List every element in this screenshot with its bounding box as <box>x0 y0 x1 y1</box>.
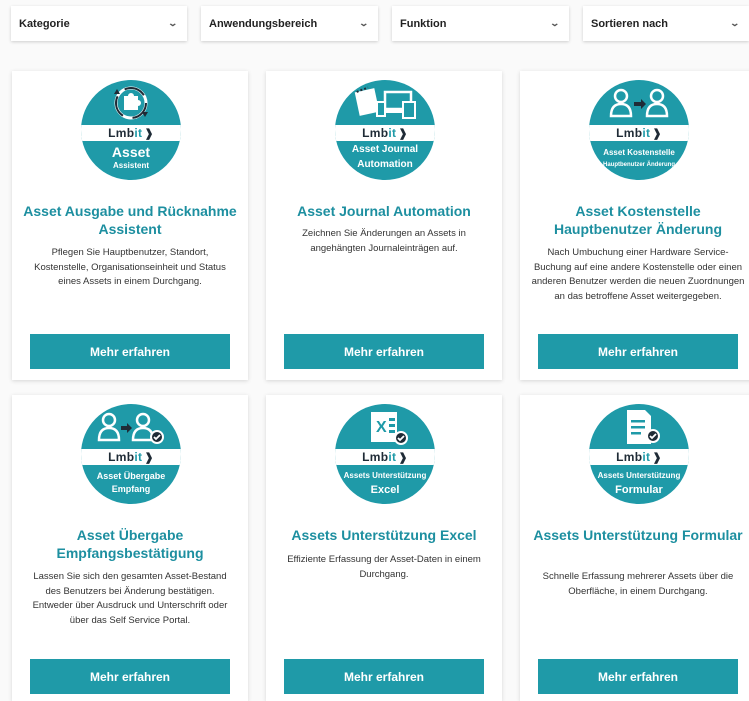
card-description: Pflegen Sie Hauptbenutzer, Standort, Kos… <box>34 247 226 287</box>
card-title[interactable]: Asset Übergabe Empfangsbestätigung <box>22 526 238 562</box>
badge-line2: Formular <box>615 484 663 496</box>
product-logo: Lmb it ❱ Asset Kostenstelle Hauptbenutzer … <box>589 80 689 180</box>
card-description: Nach Umbuchung einer Hardware Service-Bu… <box>531 247 745 302</box>
form-check-icon <box>627 410 660 444</box>
filter-kategorie[interactable]: Kategorie ⌄ <box>11 6 187 41</box>
product-card: Lmb it ❱ Asset Assistent Asset Ausgabe und… <box>12 71 248 380</box>
excel-check-icon: X <box>371 412 408 445</box>
svg-text:X: X <box>376 419 387 436</box>
brand-logo: Lmb it ❱ <box>335 449 435 465</box>
brand-logo: Lmb it ❱ <box>81 125 181 141</box>
mehr-erfahren-button[interactable]: Mehr erfahren <box>30 659 230 694</box>
filter-label: Funktion <box>400 17 447 30</box>
card-title[interactable]: Asset Ausgabe und Rücknahme Assistent <box>22 202 238 238</box>
product-card: Lmb it ❱ Asset Journal Automation Asset Jo… <box>266 71 502 380</box>
card-description: Lassen Sie sich den gesamten Asset-Besta… <box>32 571 228 626</box>
chevron-down-icon: ⌄ <box>167 18 179 28</box>
card-description: Effiziente Erfassung der Asset-Daten in … <box>287 554 481 580</box>
badge-line1: Asset <box>111 144 151 160</box>
brand-logo: Lmb it ❱ <box>589 449 689 465</box>
badge-line2: Automation <box>357 159 413 170</box>
badge-line1: Asset Journal <box>351 144 419 155</box>
filter-bar: Kategorie ⌄ Anwendungsbereich ⌄ Funktion… <box>11 6 749 42</box>
card-description: Schnelle Erfassung mehrerer Assets über … <box>542 571 734 597</box>
mehr-erfahren-button[interactable]: Mehr erfahren <box>30 334 230 369</box>
badge-line2: Assistent <box>112 161 149 170</box>
product-logo: Lmb it ❱ Asset Journal Automation <box>335 80 435 180</box>
product-logo: Lmb it ❱ Asset Assistent <box>81 80 181 180</box>
chevron-down-icon: ⌄ <box>358 18 370 28</box>
chevron-down-icon: ⌄ <box>729 18 741 28</box>
filter-anwendungsbereich[interactable]: Anwendungsbereich ⌄ <box>201 6 378 41</box>
mehr-erfahren-button[interactable]: Mehr erfahren <box>284 659 484 694</box>
mehr-erfahren-button[interactable]: Mehr erfahren <box>538 334 738 369</box>
product-logo: Lmb it ❱ Assets Unterstützung Formular <box>589 404 689 504</box>
chevron-down-icon: ⌄ <box>549 18 561 28</box>
devices-notebook-icon <box>354 86 416 119</box>
filter-label: Anwendungsbereich <box>209 17 318 30</box>
card-description: Zeichnen Sie Änderungen an Assets in ang… <box>302 228 466 254</box>
product-logo: X Lmb it ❱ Assets Unterstützung Excel <box>335 404 435 504</box>
card-title[interactable]: Assets Unterstützung Excel <box>276 526 492 544</box>
card-title[interactable]: Asset Journal Automation <box>276 202 492 220</box>
filter-label: Sortieren nach <box>591 17 669 30</box>
product-card: Lmb it ❱ Asset Kostenstelle Hauptbenutzer … <box>520 71 749 380</box>
badge-line1: Assets Unterstützung <box>343 471 427 480</box>
brand-logo: Lmb it ❱ <box>81 449 181 465</box>
card-title[interactable]: Assets Unterstützung Formular <box>530 526 746 544</box>
brand-logo: Lmb it ❱ <box>335 125 435 141</box>
mehr-erfahren-button[interactable]: Mehr erfahren <box>284 334 484 369</box>
users-transfer-icon <box>609 88 669 118</box>
product-card: X Lmb it ❱ Assets Unterstützung Excel Asse… <box>266 395 502 701</box>
badge-line2: Excel <box>370 484 400 496</box>
badge-line2: Empfang <box>111 484 151 494</box>
product-card: Lmb it ❱ Assets Unterstützung Formular Ass… <box>520 395 749 701</box>
mehr-erfahren-button[interactable]: Mehr erfahren <box>538 659 738 694</box>
badge-line2: Hauptbenutzer Änderung <box>603 162 675 168</box>
product-card: Lmb it ❱ Asset Übergabe Empfang Asset Über… <box>12 395 248 701</box>
filter-funktion[interactable]: Funktion ⌄ <box>392 6 569 41</box>
badge-line1: Asset Kostenstelle <box>603 148 675 157</box>
filter-label: Kategorie <box>19 17 70 30</box>
filter-sortieren[interactable]: Sortieren nach ⌄ <box>583 6 749 41</box>
puzzle-refresh-icon <box>114 86 148 120</box>
product-logo: Lmb it ❱ Asset Übergabe Empfang <box>81 404 181 504</box>
badge-line1: Asset Übergabe <box>96 471 166 481</box>
brand-logo: Lmb it ❱ <box>589 125 689 141</box>
users-handover-check-icon <box>97 412 164 444</box>
badge-line1: Assets Unterstützung <box>597 471 681 480</box>
card-title[interactable]: Asset Kostenstelle Hauptbenutzer Änderun… <box>530 202 746 238</box>
